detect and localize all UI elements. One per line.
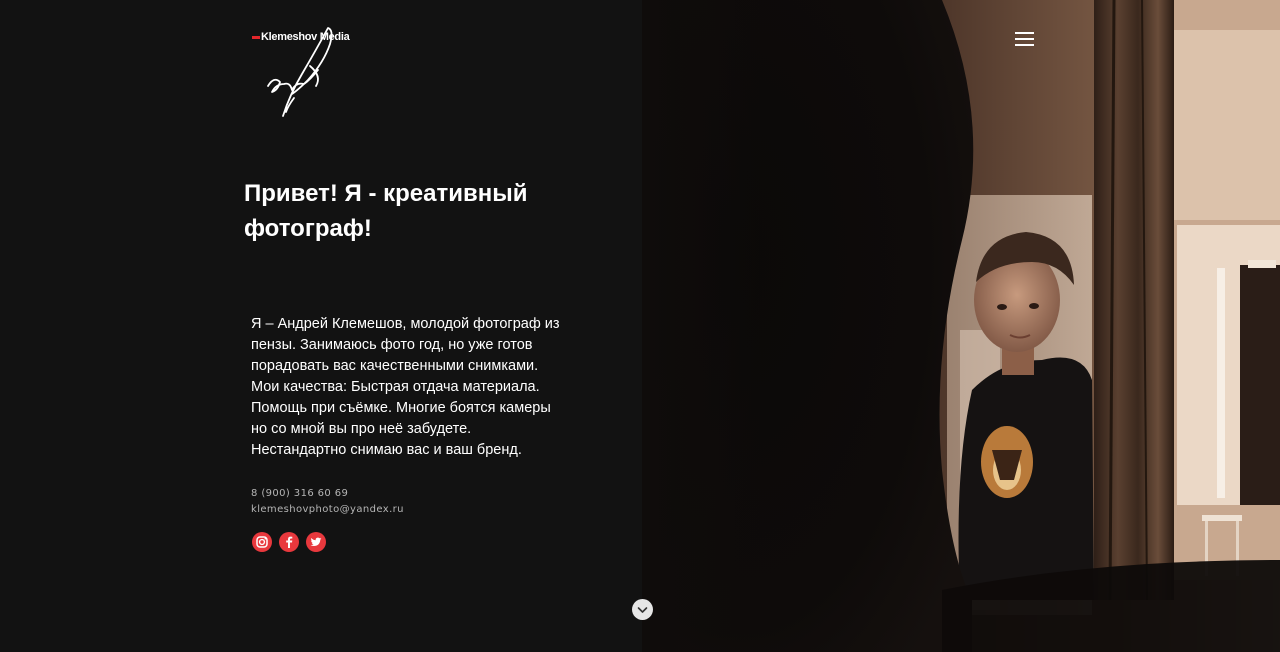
menu-line-top — [1015, 32, 1034, 34]
menu-line-bottom — [1015, 44, 1034, 46]
instagram-icon[interactable] — [252, 532, 272, 552]
chevron-down-icon — [637, 607, 648, 613]
hero-section: Klemeshov Media Привет! Я - креативный ф… — [0, 0, 1280, 652]
hero-photo — [642, 0, 1280, 652]
menu-line-middle — [1015, 38, 1034, 40]
hero-description: Я – Андрей Клемешов, молодой фотограф из… — [251, 316, 560, 458]
email-link[interactable]: klemeshovphoto@yandex.ru — [251, 504, 404, 515]
scroll-down-button[interactable] — [632, 599, 653, 620]
hero-title: Привет! Я - креативный фотограф! — [244, 180, 528, 242]
site-logo[interactable]: Klemeshov Media — [250, 24, 350, 120]
hamburger-menu-icon[interactable] — [1012, 30, 1038, 50]
facebook-icon[interactable] — [279, 532, 299, 552]
twitter-icon[interactable] — [306, 532, 326, 552]
photographer-portrait-image — [642, 0, 1280, 652]
signature-icon — [267, 27, 333, 117]
phone-link[interactable]: 8 (900) 316 60 69 — [251, 488, 348, 499]
